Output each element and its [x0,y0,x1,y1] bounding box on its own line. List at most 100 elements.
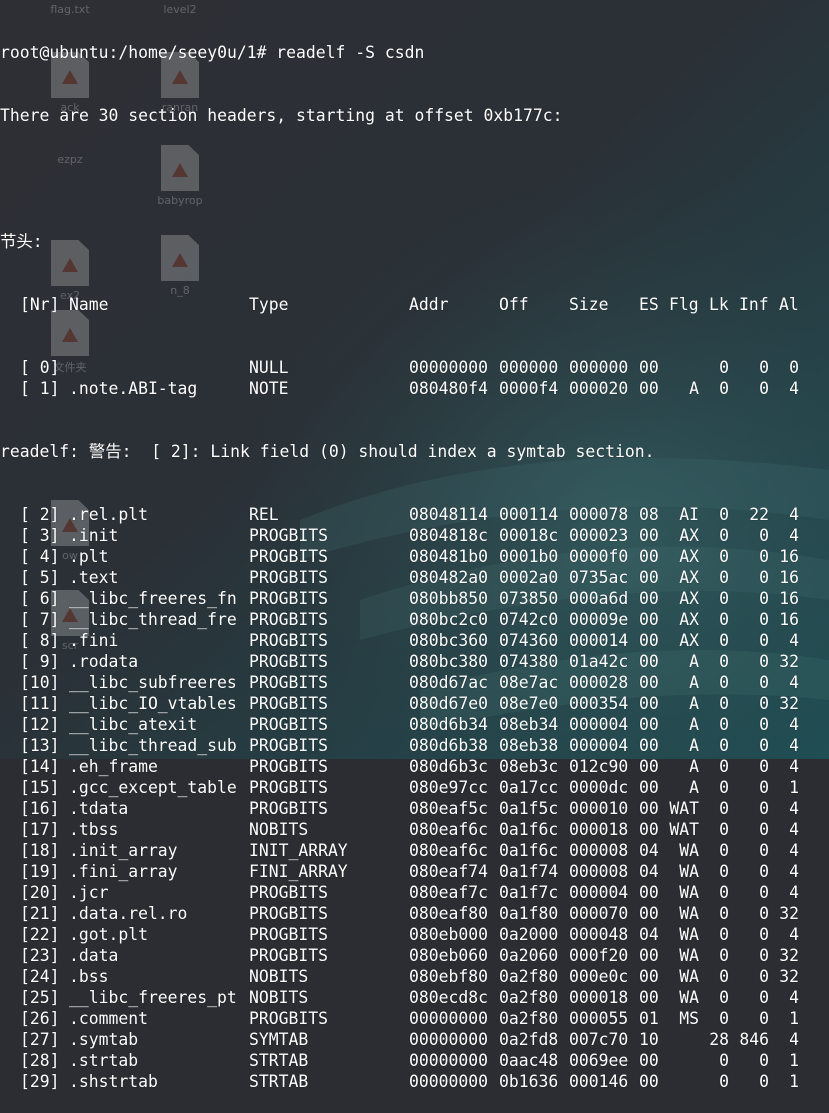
section-link: 0 [719,505,729,524]
section-align: 32 [779,652,799,671]
section-align: 4 [789,862,799,881]
section-size: 00009e [569,610,629,629]
section-type: PROGBITS [249,736,328,755]
section-flags: WA [679,967,699,986]
section-size: 0069ee [569,1051,629,1070]
section-align: 4 [789,925,799,944]
section-info: 0 [759,925,769,944]
section-link: 0 [719,862,729,881]
section-row: [ 0] NULL 00000000 000000 000000 00 0 0 0 [0,357,829,378]
section-align: 16 [779,568,799,587]
section-index: [ 5] [20,568,60,587]
section-addr: 080eb060 [409,946,488,965]
section-entsize: 04 [639,841,659,860]
section-index: [26] [20,1009,60,1028]
section-link: 0 [719,652,729,671]
section-info: 0 [759,736,769,755]
section-addr: 080ecd8c [409,988,488,1007]
section-name: .strtab [69,1051,139,1070]
section-align: 4 [789,736,799,755]
section-index: [22] [20,925,60,944]
section-info: 846 [739,1030,769,1049]
section-flags: A [689,715,699,734]
section-offset: 0b1636 [499,1072,559,1091]
section-size: 0735ac [569,568,629,587]
header-name: Name [69,295,109,314]
section-row: [28] .strtab STRTAB 00000000 0aac48 0069ee 00 0… [0,1050,829,1071]
section-size: 000010 [569,799,629,818]
section-size: 000f20 [569,946,629,965]
section-size: 000004 [569,715,629,734]
section-offset: 0a2000 [499,925,559,944]
section-index: [12] [20,715,60,734]
section-info: 0 [759,946,769,965]
section-entsize: 01 [639,1009,659,1028]
section-size: 000055 [569,1009,629,1028]
section-flags: WA [679,841,699,860]
section-info: 22 [749,505,769,524]
section-size: 000008 [569,841,629,860]
section-align: 4 [789,631,799,650]
section-headers-label: 节头: [0,232,43,251]
section-align: 1 [789,1009,799,1028]
section-index: [20] [20,883,60,902]
section-align: 16 [779,610,799,629]
section-name: .text [69,568,119,587]
section-name: .got.plt [69,925,148,944]
section-type: PROGBITS [249,778,328,797]
section-offset: 0002a0 [499,568,559,587]
section-addr: 080eb000 [409,925,488,944]
header-inf: Inf [739,295,769,314]
section-flags: A [689,379,699,398]
section-index: [ 7] [20,610,60,629]
section-info: 0 [759,715,769,734]
section-align: 4 [789,820,799,839]
section-link: 0 [719,967,729,986]
section-align: 4 [789,505,799,524]
section-rows-bottom: [ 2] .rel.plt REL 08048114 000114 000078 08 AI 0… [0,504,829,1092]
section-info: 0 [759,379,769,398]
section-offset: 08eb34 [499,715,559,734]
section-addr: 080eaf5c [409,799,488,818]
header-flg: Flg [669,295,699,314]
section-entsize: 00 [639,1051,659,1070]
section-info: 0 [759,799,769,818]
section-type: PROGBITS [249,652,328,671]
section-type: SYMTAB [249,1030,309,1049]
section-row: [16] .tdata PROGBITS 080eaf5c 0a1f5c 000010 00… [0,798,829,819]
terminal-output[interactable]: root@ubuntu:/home/seey0u/1# readelf -S c… [0,0,829,1113]
section-link: 0 [719,736,729,755]
section-flags: AX [679,547,699,566]
section-flags: AX [679,610,699,629]
section-offset: 0001b0 [499,547,559,566]
section-row: [23] .data PROGBITS 080eb060 0a2060 000f20 00 W… [0,945,829,966]
section-addr: 080eaf74 [409,862,488,881]
section-size: 000078 [569,505,629,524]
section-name: __libc_subfreeres [69,673,237,692]
section-addr: 080bc380 [409,652,488,671]
section-row: [15] .gcc_except_table PROGBITS 080e97cc 0a1… [0,777,829,798]
section-info: 0 [759,547,769,566]
section-offset: 08eb38 [499,736,559,755]
section-flags: AX [679,526,699,545]
section-entsize: 00 [639,526,659,545]
section-flags: A [689,757,699,776]
section-size: 000070 [569,904,629,923]
section-offset: 0a2060 [499,946,559,965]
section-type: PROGBITS [249,883,328,902]
section-align: 32 [779,967,799,986]
section-link: 28 [709,1030,729,1049]
section-type: NULL [249,358,289,377]
section-link: 0 [719,568,729,587]
section-row: [ 4] .plt PROGBITS 080481b0 0001b0 0000f0 00 AX… [0,546,829,567]
section-link: 0 [719,589,729,608]
section-flags: A [689,673,699,692]
section-entsize: 00 [639,547,659,566]
section-row: [12] __libc_atexit PROGBITS 080d6b34 08eb34 0… [0,714,829,735]
section-index: [ 6] [20,589,60,608]
header-size: Size [569,295,609,314]
section-offset: 073850 [499,589,559,608]
section-link: 0 [719,925,729,944]
section-name: .fini_array [69,862,178,881]
section-offset: 08e7ac [499,673,559,692]
